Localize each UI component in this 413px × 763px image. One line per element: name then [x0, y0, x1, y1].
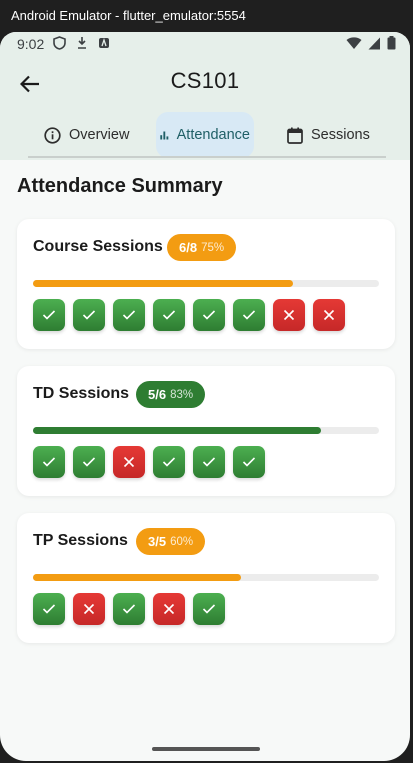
- progress-bar: [33, 427, 379, 434]
- card-title: TD Sessions: [33, 385, 130, 402]
- tab-divider: [28, 156, 386, 158]
- progress-fill: [33, 280, 293, 287]
- tab-label: Attendance: [176, 127, 250, 143]
- session-marks: [33, 299, 345, 331]
- card-title: Course Sessions: [33, 238, 163, 255]
- phone-screen: 9:02 CS101 Overview Attendance Sessions …: [0, 32, 410, 761]
- info-icon: [44, 126, 61, 144]
- attendance-percent: 60%: [170, 535, 194, 548]
- attendance-badge: 3/5 60%: [136, 528, 206, 555]
- attendance-count: 3/5: [148, 534, 167, 549]
- check-icon: [162, 310, 176, 320]
- tp-sessions-card: TP Sessions 3/5 60%: [17, 513, 395, 643]
- app-bar: CS101 Overview Attendance Sessions: [0, 56, 410, 160]
- attendance-badge: 6/8 75%: [167, 234, 237, 261]
- session-present-mark: [33, 446, 65, 478]
- status-time: 9:02: [17, 36, 45, 52]
- status-bar: 9:02: [0, 32, 410, 56]
- home-indicator[interactable]: [152, 747, 260, 751]
- tab-overview[interactable]: Overview: [44, 112, 129, 158]
- session-present-mark: [193, 299, 225, 331]
- check-icon: [162, 457, 176, 467]
- close-icon: [83, 603, 95, 615]
- session-present-mark: [193, 593, 225, 625]
- attendance-badge: 5/6 83%: [136, 381, 206, 408]
- wifi-icon: [346, 36, 362, 49]
- window-title: Android Emulator - flutter_emulator:5554: [0, 0, 413, 32]
- check-icon: [122, 310, 136, 320]
- signal-icon: [368, 37, 380, 49]
- session-present-mark: [113, 299, 145, 331]
- check-icon: [202, 457, 216, 467]
- download-icon: [78, 37, 86, 49]
- session-marks: [33, 446, 265, 478]
- check-icon: [42, 457, 56, 467]
- progress-fill: [33, 427, 322, 434]
- attendance-percent: 75%: [201, 241, 225, 254]
- session-present-mark: [113, 593, 145, 625]
- tab-sessions[interactable]: Sessions: [287, 112, 370, 158]
- check-icon: [242, 310, 256, 320]
- close-icon: [283, 309, 295, 321]
- close-icon: [123, 456, 135, 468]
- tab-label: Sessions: [311, 127, 370, 143]
- status-system-icons: [346, 36, 396, 50]
- session-present-mark: [153, 299, 185, 331]
- session-present-mark: [233, 299, 265, 331]
- session-absent-mark: [313, 299, 345, 331]
- check-icon: [122, 604, 136, 614]
- progress-fill: [33, 574, 241, 581]
- progress-bar: [33, 574, 379, 581]
- check-icon: [82, 310, 96, 320]
- td-sessions-card: TD Sessions 5/6 83%: [17, 366, 395, 496]
- calendar-icon: [287, 127, 303, 144]
- shield-icon: [53, 36, 66, 50]
- session-present-mark: [73, 299, 105, 331]
- session-present-mark: [33, 593, 65, 625]
- tab-bar: Overview Attendance Sessions: [0, 112, 410, 158]
- check-icon: [42, 310, 56, 320]
- course-sessions-card: Course Sessions 6/8 75%: [17, 219, 395, 349]
- tab-attendance[interactable]: Attendance: [156, 112, 254, 158]
- session-absent-mark: [73, 593, 105, 625]
- session-present-mark: [233, 446, 265, 478]
- app-notification-icon: [99, 37, 109, 48]
- check-icon: [42, 604, 56, 614]
- tab-label: Overview: [69, 127, 130, 143]
- session-present-mark: [73, 446, 105, 478]
- close-icon: [163, 603, 175, 615]
- session-present-mark: [33, 299, 65, 331]
- check-icon: [82, 457, 96, 467]
- status-notification-icons: [53, 36, 110, 50]
- session-present-mark: [193, 446, 225, 478]
- page-title: CS101: [170, 68, 240, 93]
- attendance-percent: 83%: [170, 388, 194, 401]
- bar-chart-icon: [160, 130, 169, 140]
- progress-bar: [33, 280, 379, 287]
- attendance-count: 6/8: [179, 240, 198, 255]
- card-title: TP Sessions: [33, 532, 128, 549]
- session-present-mark: [153, 446, 185, 478]
- close-icon: [323, 309, 335, 321]
- session-absent-mark: [273, 299, 305, 331]
- session-marks: [33, 593, 225, 625]
- check-icon: [202, 310, 216, 320]
- check-icon: [202, 604, 216, 614]
- check-icon: [242, 457, 256, 467]
- session-absent-mark: [113, 446, 145, 478]
- section-title: Attendance Summary: [17, 175, 223, 197]
- battery-icon: [387, 36, 396, 50]
- attendance-count: 5/6: [148, 387, 167, 402]
- session-absent-mark: [153, 593, 185, 625]
